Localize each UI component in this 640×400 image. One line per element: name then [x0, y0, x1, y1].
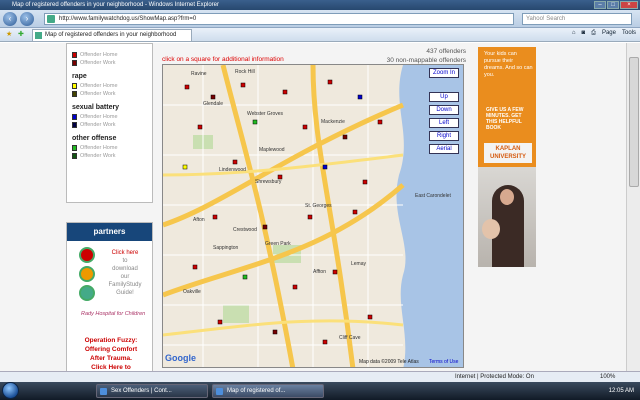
partner-logo-icon[interactable]: [79, 247, 95, 263]
taskbar-item[interactable]: Map of registered of...: [212, 384, 324, 398]
page-menu[interactable]: Page: [602, 30, 616, 37]
partners-heading: partners: [67, 223, 152, 241]
map-copyright: Map data ©2009 Tele Atlas: [359, 359, 419, 365]
map-label: Mackenzie: [321, 119, 345, 125]
address-bar[interactable]: http://www.familywatchdog.us/ShowMap.asp…: [44, 13, 514, 25]
map-label: Ravine: [191, 71, 207, 77]
favorites-star-icon[interactable]: ★: [6, 30, 12, 38]
map-label: Oakville: [183, 289, 201, 295]
security-zone: Internet | Protected Mode: On: [455, 374, 534, 380]
ad-offer: GIVE US A FEW MINUTES. GET THIS HELPFUL …: [486, 107, 524, 131]
clock[interactable]: 12:05 AM: [609, 384, 634, 398]
terms-link[interactable]: Terms of Use: [429, 359, 458, 365]
add-favorites-icon[interactable]: ✚: [18, 30, 24, 38]
window-title: Map of registered offenders in your neig…: [12, 2, 220, 8]
legend-item: Offender Home: [72, 51, 152, 59]
page-icon: [35, 32, 42, 39]
legend-heading: rape: [72, 73, 87, 80]
status-bar: Internet | Protected Mode: On 100%: [0, 371, 640, 382]
maximize-button[interactable]: □: [607, 1, 619, 9]
page-icon: [47, 15, 55, 23]
map-label: St. Georges: [305, 203, 332, 209]
pan-up-button[interactable]: Up: [429, 92, 459, 102]
start-button-icon[interactable]: [2, 382, 19, 399]
zoom-level[interactable]: 100%: [600, 372, 615, 382]
partners-panel: partners Click here to download our Fami…: [66, 222, 153, 372]
map-label: Sappington: [213, 245, 239, 251]
ad-headline: Your kids can pursue their dreams. And s…: [484, 51, 533, 78]
legend-item: Offender Home: [72, 113, 152, 121]
map-label: Lemay: [351, 261, 367, 267]
ad-photo: [478, 167, 536, 267]
tab-title: Map of registered offenders in your neig…: [45, 32, 177, 38]
pan-down-button[interactable]: Down: [429, 105, 459, 115]
map-label: Cliff Cave: [339, 335, 361, 341]
legend-item: Offender Work: [72, 152, 152, 160]
map-label: Webster Groves: [247, 111, 284, 117]
forward-button[interactable]: ›: [20, 12, 34, 26]
map-controls: Zoom In: [429, 68, 459, 78]
kaplan-logo: KAPLAN UNIVERSITY: [484, 143, 532, 163]
partner-logo-icon[interactable]: [79, 285, 95, 301]
map-label: Affton: [313, 269, 326, 275]
kaplan-ad[interactable]: Your kids can pursue their dreams. And s…: [478, 47, 536, 267]
pan-left-button[interactable]: Left: [429, 118, 459, 128]
system-tray: 12:05 AM: [560, 384, 638, 398]
address-row: ‹ › http://www.familywatchdog.us/ShowMap…: [0, 10, 640, 28]
legend-item: Offender Work: [72, 90, 152, 98]
tab-current[interactable]: Map of registered offenders in your neig…: [32, 29, 192, 41]
aerial-view-button[interactable]: Aerial: [429, 144, 459, 154]
legend-item: Offender Home: [72, 144, 152, 152]
legend-item: Offender Work: [72, 59, 152, 67]
map-label: Afton: [193, 217, 205, 223]
window-titlebar: Map of registered offenders in your neig…: [0, 0, 640, 10]
pan-right-button[interactable]: Right: [429, 131, 459, 141]
map-label: Shrewsbury: [255, 179, 282, 185]
search-input[interactable]: Yahoo! Search: [522, 13, 632, 25]
print-icon[interactable]: ⎙: [591, 30, 596, 37]
home-icon[interactable]: ⌂: [572, 30, 576, 37]
bottom-bars: Internet | Protected Mode: On 100% Sex O…: [0, 371, 640, 400]
url-text: http://www.familywatchdog.us/ShowMap.asp…: [59, 16, 197, 22]
google-logo: Google: [165, 353, 196, 363]
legend-heading: other offense: [72, 135, 117, 142]
operation-fuzzy-link[interactable]: Operation Fuzzy: Offering Comfort After …: [73, 336, 149, 372]
legend-panel: Offender Home Offender Work rape Offende…: [66, 43, 153, 203]
tab-row: ★ ✚ Map of registered offenders in your …: [0, 28, 640, 42]
back-button[interactable]: ‹: [3, 12, 17, 26]
zoom-in-button[interactable]: Zoom In: [429, 68, 459, 78]
offender-map[interactable]: Ravine Rock Hill Glendale Webster Groves…: [162, 64, 464, 368]
close-button[interactable]: ×: [620, 1, 638, 9]
taskbar-item[interactable]: Sex Offenders | Cont...: [96, 384, 208, 398]
legend-item: Offender Home: [72, 82, 152, 90]
partner-logo-icon[interactable]: [79, 266, 95, 282]
map-label: Glendale: [203, 101, 224, 107]
offender-counts: 437 offenders 30 non-mappable offenders: [386, 48, 466, 64]
minimize-button[interactable]: –: [594, 1, 606, 9]
map-label: East Carondelet: [415, 193, 451, 199]
vertical-scrollbar[interactable]: [626, 43, 640, 371]
family-study-promo[interactable]: Click here to download our FamilyStudy G…: [101, 249, 149, 297]
map-canvas[interactable]: [163, 65, 464, 368]
map-label: Rock Hill: [235, 69, 255, 75]
legend-heading: sexual battery: [72, 104, 120, 111]
command-bar: ⌂ ◙ ⎙ Page Tools: [572, 30, 636, 37]
map-label: Maplewood: [259, 147, 285, 153]
map-label: Green Park: [265, 241, 291, 247]
map-label: Lindenwood: [219, 167, 246, 173]
feeds-icon[interactable]: ◙: [582, 30, 586, 37]
scroll-thumb[interactable]: [629, 57, 639, 187]
tools-menu[interactable]: Tools: [622, 30, 636, 37]
legend-item: Offender Work: [72, 121, 152, 129]
map-label: Crestwood: [233, 227, 257, 233]
windows-taskbar: Sex Offenders | Cont... Map of registere…: [0, 382, 640, 400]
map-hint: click on a square for additional informa…: [162, 56, 284, 63]
hospital-logo[interactable]: Rady Hospital for Children: [81, 311, 145, 317]
